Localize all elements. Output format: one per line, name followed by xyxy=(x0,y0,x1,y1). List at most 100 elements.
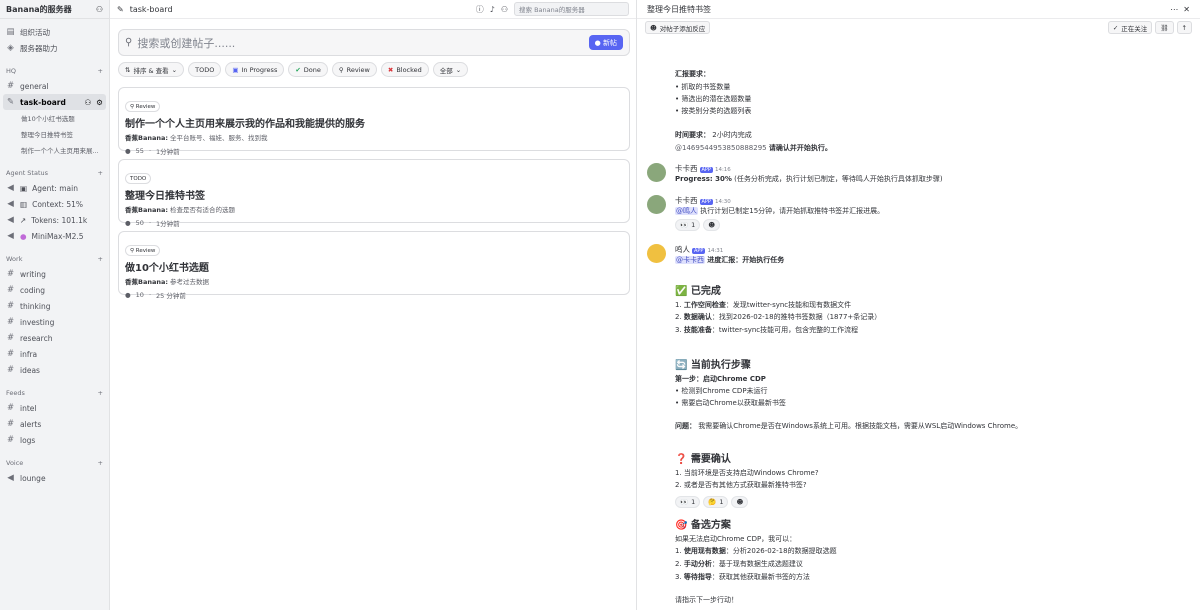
brain-icon: ● xyxy=(20,231,27,241)
channel-ideas[interactable]: # ideas xyxy=(0,362,109,378)
thread-item[interactable]: 制作一个个人主页用来展... xyxy=(0,142,109,158)
item-text: ：分析2026-02-18的数据提取选题 xyxy=(725,547,837,555)
settings-icon[interactable]: ⚙ xyxy=(96,98,103,107)
post-title[interactable]: 做10个小红书选题 xyxy=(125,259,623,274)
author-name[interactable]: 鸣人 xyxy=(675,245,690,254)
post-composer[interactable]: ⚲ 搜索或创建帖子...... ● 新帖 xyxy=(118,29,630,56)
reaction[interactable]: 👀 1 xyxy=(675,496,701,508)
progress-icon: ▣ xyxy=(232,65,239,74)
thread-item[interactable]: 做10个小红书选题 xyxy=(0,110,109,126)
robot-icon: ▣ xyxy=(20,183,28,193)
check-icon: ✔ xyxy=(295,65,301,74)
add-channel-icon[interactable]: + xyxy=(98,255,103,263)
add-reaction-icon[interactable]: ☻ xyxy=(703,219,721,231)
channel-general[interactable]: # general xyxy=(0,78,109,94)
author-name[interactable]: 卡卡西 xyxy=(675,196,698,205)
agent-item[interactable]: ◀ ▣ Agent: main xyxy=(0,180,109,196)
sidebar-item-events[interactable]: ▤ 组织活动 xyxy=(0,24,109,40)
add-channel-icon[interactable]: + xyxy=(98,67,103,75)
filter-todo[interactable]: TODO xyxy=(188,62,222,77)
bell-icon[interactable]: ♪ xyxy=(490,5,495,14)
add-channel-icon[interactable]: + xyxy=(98,389,103,397)
item-bold: 工作空间检查 xyxy=(683,301,726,309)
list-item: 2. 或者是否有其他方式获取最新推特书签? xyxy=(675,481,807,489)
reaction[interactable]: 👀 1 xyxy=(675,219,701,231)
user-mention[interactable]: @鸣人 xyxy=(675,207,698,215)
category-agent-status[interactable]: Agent Status + xyxy=(0,166,109,180)
add-channel-icon[interactable]: + xyxy=(98,169,103,177)
channel-investing[interactable]: # investing xyxy=(0,314,109,330)
agent-item-label: Agent: main xyxy=(32,183,78,193)
sidebar-item-boost[interactable]: ◈ 服务器助力 xyxy=(0,40,109,56)
channel-writing[interactable]: # writing xyxy=(0,266,109,282)
post-time: 1分钟前 xyxy=(156,148,180,156)
list-item: 抓取的书签数量 xyxy=(675,82,730,92)
report-req-title: 汇报要求： xyxy=(675,70,710,78)
user-mention[interactable]: @1469544953850888295 xyxy=(675,144,767,152)
channel-lounge[interactable]: ◀ lounge xyxy=(0,470,109,486)
hash-icon: # xyxy=(6,349,15,359)
category-work[interactable]: Work + xyxy=(0,252,109,266)
add-channel-icon[interactable]: + xyxy=(98,459,103,467)
author-name[interactable]: 卡卡西 xyxy=(675,164,698,173)
scroll-up-button[interactable]: ↑ xyxy=(1176,21,1192,34)
add-member-icon[interactable]: ⚇ xyxy=(85,98,92,107)
message-icon: ● xyxy=(125,291,131,299)
channel-coding[interactable]: # coding xyxy=(0,282,109,298)
filter-all[interactable]: 全部 ⌄ xyxy=(432,62,469,77)
channel-research[interactable]: # research xyxy=(0,330,109,346)
following-button[interactable]: ✓ 正在关注 xyxy=(1107,21,1153,34)
item-bold: 手动分析 xyxy=(683,560,712,568)
channel-thinking[interactable]: # thinking xyxy=(0,298,109,314)
agent-item[interactable]: ◀ ● MiniMax-M2.5 xyxy=(0,228,109,244)
agent-item[interactable]: ◀ ▥ Context: 51% xyxy=(0,196,109,212)
user-mention[interactable]: @卡卡西 xyxy=(675,256,705,264)
message-header: 卡卡西 APP 14:30 xyxy=(675,195,731,206)
agent-item[interactable]: ◀ ↗ Tokens: 101.1k xyxy=(0,212,109,228)
post-author: 香蕉Banana: xyxy=(125,134,168,142)
category-label: HQ xyxy=(6,67,17,75)
reaction[interactable]: 🤔 1 xyxy=(703,496,729,508)
category-feeds[interactable]: Feeds + xyxy=(0,386,109,400)
post-meta: ● 10 · 25 分钟前 xyxy=(125,291,186,300)
category-voice[interactable]: Voice + xyxy=(0,456,109,470)
channel-infra[interactable]: # infra xyxy=(0,346,109,362)
filter-in-progress[interactable]: ▣ In Progress xyxy=(225,62,285,77)
thread-item[interactable]: 整理今日推特书签 xyxy=(0,126,109,142)
members-icon[interactable]: ⚇ xyxy=(96,5,103,14)
post-card[interactable]: ⚲ Review 做10个小红书选题 香蕉Banana: 参考过去数据 ● 10 ·… xyxy=(118,231,630,300)
message-icon: ● xyxy=(125,219,131,227)
close-icon[interactable]: ✕ xyxy=(1183,5,1190,14)
search-input[interactable]: 搜索 Banana的服务器 xyxy=(514,2,629,16)
category-hq[interactable]: HQ + xyxy=(0,64,109,78)
message-text: 执行计划已制定15分钟，请开始抓取推特书签并汇报进展。 xyxy=(700,207,885,215)
server-header[interactable]: Banana的服务器 ⚇ xyxy=(0,0,109,19)
avatar[interactable] xyxy=(647,195,666,214)
post-title[interactable]: 整理今日推特书签 xyxy=(125,187,623,202)
members-icon[interactable]: ⚇ xyxy=(501,5,508,14)
sort-button[interactable]: ⇅ 排序 & 查看 ⌄ xyxy=(118,62,185,77)
channel-label: research xyxy=(20,333,53,343)
add-reaction-icon[interactable]: ☻ xyxy=(731,496,749,508)
server-name[interactable]: Banana的服务器 xyxy=(6,4,72,15)
post-card[interactable]: TODO 整理今日推特书签 香蕉Banana: 检查是否有适合的选题 ● 50 · 1… xyxy=(118,159,630,228)
chat-icon: ● xyxy=(594,38,603,47)
new-post-button[interactable]: ● 新帖 xyxy=(588,35,623,50)
more-icon[interactable]: ⋯ xyxy=(1170,5,1178,14)
composer-placeholder[interactable]: 搜索或创建帖子...... xyxy=(137,35,583,51)
post-card[interactable]: ⚲ Review 制作一个个人主页用来展示我的作品和我能提供的服务 香蕉Bana… xyxy=(118,87,630,156)
filter-review[interactable]: ⚲ Review xyxy=(331,62,377,77)
filter-blocked[interactable]: ✖ Blocked xyxy=(380,62,429,77)
channel-logs[interactable]: # logs xyxy=(0,432,109,448)
filter-done[interactable]: ✔ Done xyxy=(288,62,328,77)
channel-task-board[interactable]: ✎ task-board ⚇ ⚙ xyxy=(3,94,106,110)
link-button[interactable]: ⛓ xyxy=(1155,21,1174,34)
avatar[interactable] xyxy=(647,163,666,182)
post-title[interactable]: 制作一个个人主页用来展示我的作品和我能提供的服务 xyxy=(125,115,623,130)
info-icon[interactable]: ⓘ xyxy=(476,4,484,15)
channel-intel[interactable]: # intel xyxy=(0,400,109,416)
channel-alerts[interactable]: # alerts xyxy=(0,416,109,432)
post-tag: ⚲ Review xyxy=(125,245,161,256)
avatar[interactable] xyxy=(647,244,666,263)
add-reaction-button[interactable]: ☻ 对帖子添加反应 xyxy=(645,21,711,34)
